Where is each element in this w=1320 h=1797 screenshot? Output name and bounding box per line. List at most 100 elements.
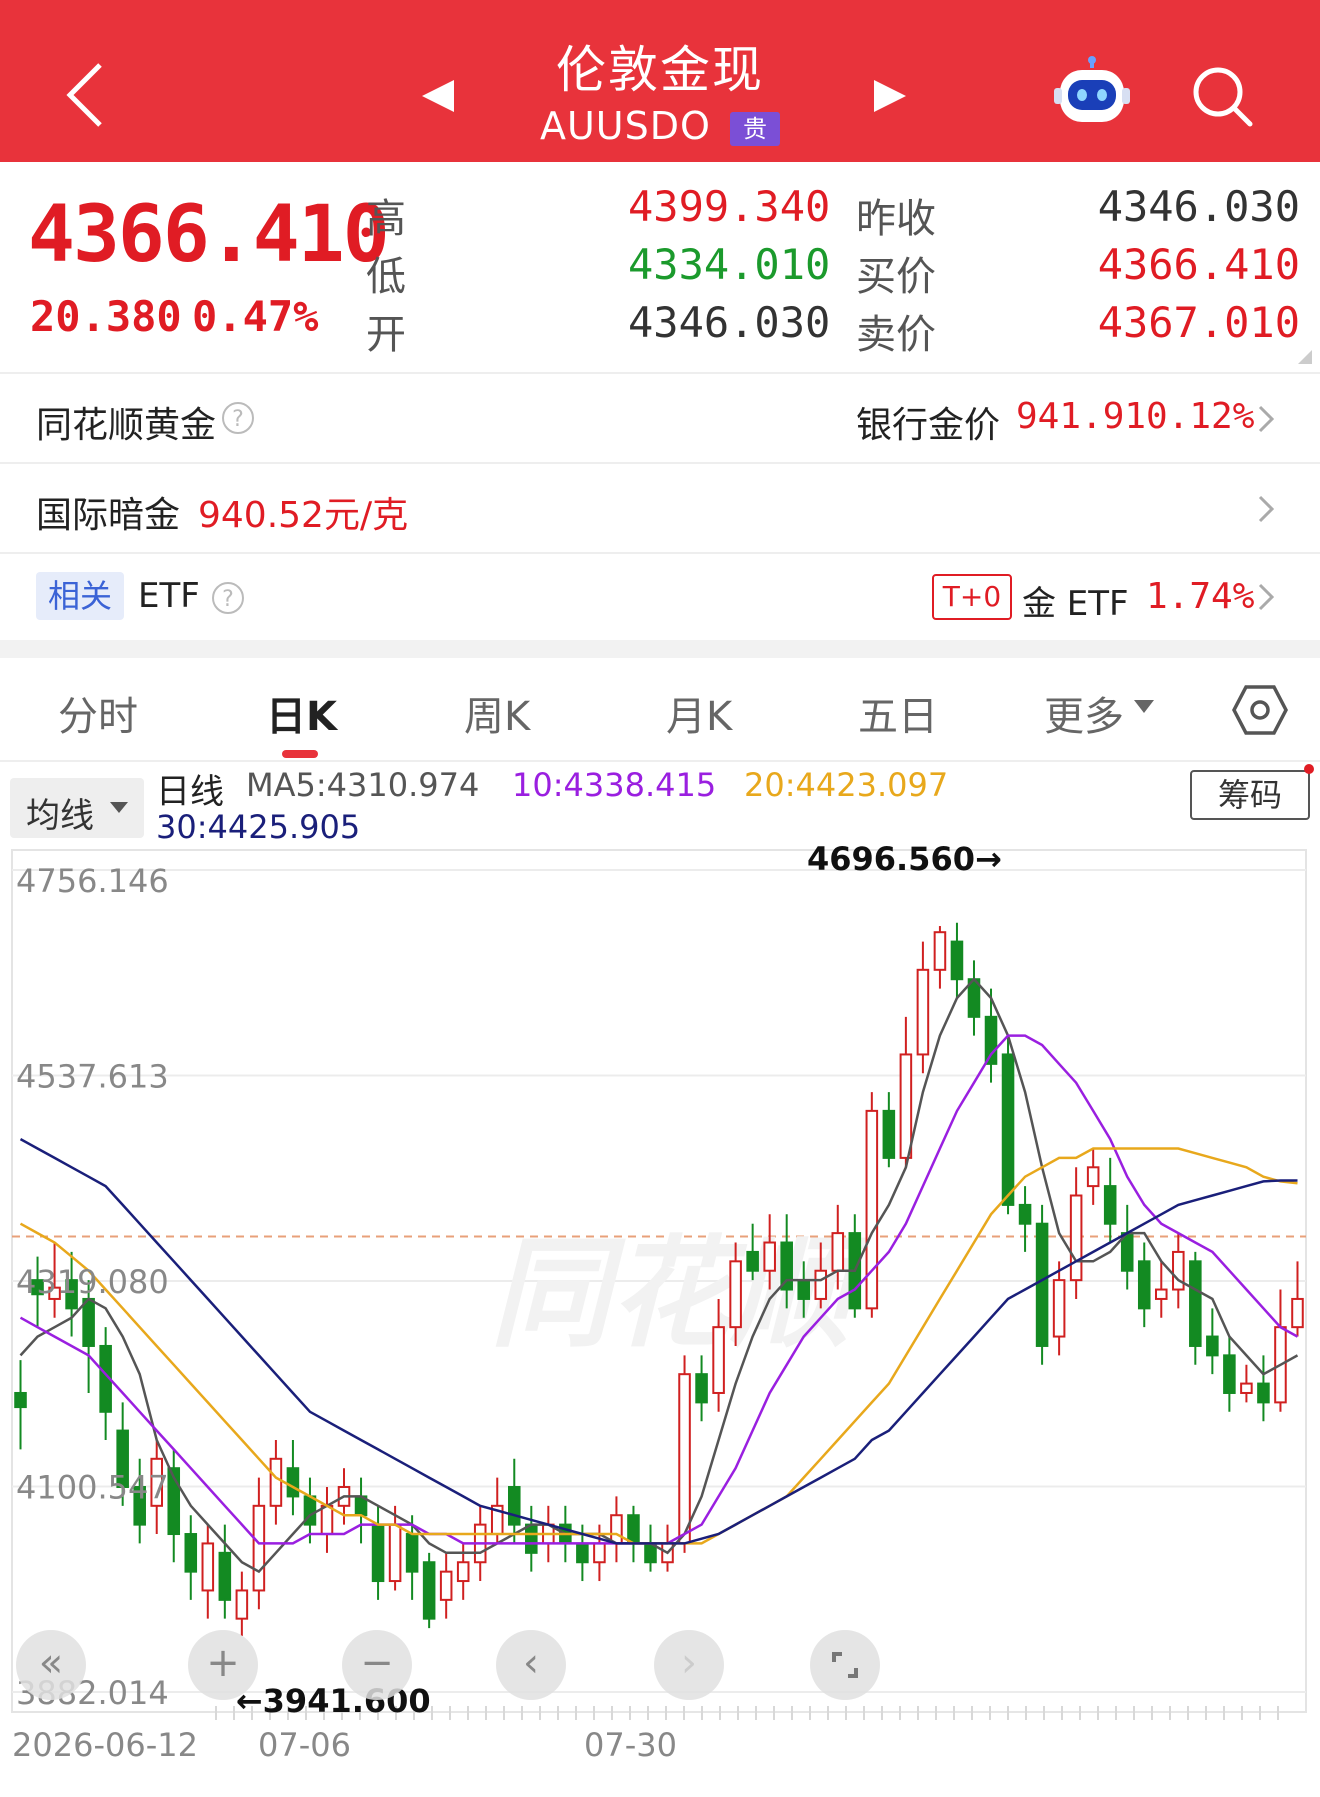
candle [1257,1355,1270,1422]
fullscreen-button[interactable] [810,1630,880,1700]
candle-body [1189,1260,1202,1347]
candle-body [422,1561,436,1620]
help-icon[interactable]: ? [222,402,254,434]
candle-body [252,1504,266,1592]
candle [1052,1261,1066,1356]
notification-dot [1304,764,1314,774]
prev-close-label: 昨收 [856,196,936,242]
ma-select-dropdown[interactable]: 均线 [10,778,144,838]
open-value: 4346.030 [628,298,831,347]
tab-daily-k[interactable]: 日K [266,684,337,742]
x-tick-label: 2026-06-12 [12,1726,198,1764]
scroll-left-button[interactable]: ‹ [496,1630,566,1700]
x-tick-label: 07-30 [584,1726,677,1764]
chips-button[interactable]: 筹码 [1190,770,1310,820]
y-tick-label: 4319.080 [16,1263,169,1301]
candle-body [593,1542,606,1564]
y-tick-label: 4537.613 [16,1058,169,1096]
t0-tag: T+0 [932,574,1012,620]
chevron-right-icon [1258,583,1275,611]
candle [439,1552,453,1619]
candle [14,1360,27,1450]
ask-label: 卖价 [856,312,936,358]
tab-intraday[interactable]: 分时 [58,684,138,742]
candle [933,926,947,989]
candle-body [1240,1382,1253,1394]
candle-body [1086,1166,1100,1188]
watermark: 同花顺 [490,1225,871,1364]
candle [1018,1186,1032,1252]
tab-five-day[interactable]: 五日 [858,684,938,742]
gold-etf-pct: 1.74% [1146,576,1255,617]
candle-body [899,1053,913,1159]
candle-body [1172,1250,1185,1291]
candle-body [1206,1335,1219,1357]
tab-more[interactable]: 更多 [1044,684,1124,742]
price-change: 20.380 [30,292,182,341]
candle-body [814,1269,828,1300]
high-value: 4399.340 [628,182,831,231]
candle [1189,1251,1202,1365]
candle-body [1052,1279,1066,1338]
candle [644,1524,657,1572]
ths-gold-row[interactable]: 同花顺黄金 ? 银行金价 941.91 0.12% [0,374,1320,462]
zoom-in-button[interactable]: + [188,1630,258,1700]
chevron-right-icon [1258,405,1275,433]
app-header: 伦敦金现 AUUSDO 贵 [0,0,1320,162]
etf-label: ETF [138,576,200,616]
symbol-code: AUUSDO [540,104,711,148]
candle [1274,1289,1287,1412]
robot-assistant-icon[interactable] [1052,56,1132,132]
candle [848,1214,862,1318]
bid-value: 4366.410 [1097,240,1300,289]
candle-body [729,1260,742,1329]
candle [1240,1364,1253,1403]
candle-body [1154,1288,1168,1300]
dropdown-arrow-icon [1134,700,1154,713]
ma-select-label: 均线 [26,796,94,836]
ma10-readout: 10:4338.415 [512,766,717,804]
expand-corner-icon[interactable] [1298,350,1312,364]
candle [422,1552,436,1629]
candle-body [950,940,964,981]
intl-dark-gold-row[interactable]: 国际暗金 940.52元/克 [0,464,1320,552]
help-icon[interactable]: ? [212,582,244,614]
candle-body [1001,1053,1015,1206]
fullscreen-icon [832,1652,858,1678]
search-icon[interactable] [1190,64,1256,130]
candle-body [439,1570,453,1601]
candle-body [218,1551,232,1601]
candle [525,1505,538,1572]
candle-body [1035,1222,1049,1347]
candle-body [610,1514,623,1545]
candle [184,1515,198,1600]
candle-body [831,1232,845,1272]
low-label: 低 [366,254,406,300]
candle [865,1092,879,1318]
tab-weekly-k[interactable]: 周K [464,684,530,742]
scroll-right-button[interactable]: › [654,1630,724,1700]
candle-body [882,1109,896,1159]
zoom-out-button[interactable]: − [342,1630,412,1700]
settings-hexagon-icon[interactable] [1232,684,1288,736]
ask-value: 4367.010 [1097,298,1300,347]
candle [1069,1167,1083,1299]
candle [695,1355,708,1422]
related-etf-row[interactable]: 相关 ETF ? T+0 金 ETF 1.74% [0,554,1320,640]
candle-body [1018,1203,1032,1225]
max-price-annotation: 4696.560→ [807,840,1002,878]
next-triangle-icon[interactable] [872,78,908,114]
candle [99,1327,112,1440]
candle [967,960,981,1036]
candle-body [1291,1297,1304,1329]
svg-text:同花顺: 同花顺 [490,1225,871,1364]
candle [371,1505,385,1600]
candle-body [933,931,947,971]
candle [201,1524,215,1619]
tab-monthly-k[interactable]: 月K [666,684,732,742]
rewind-button[interactable]: « [16,1630,86,1700]
dropdown-arrow-icon [110,802,128,813]
candle [269,1439,283,1525]
candle-body [797,1279,811,1300]
candle-body [405,1533,419,1573]
